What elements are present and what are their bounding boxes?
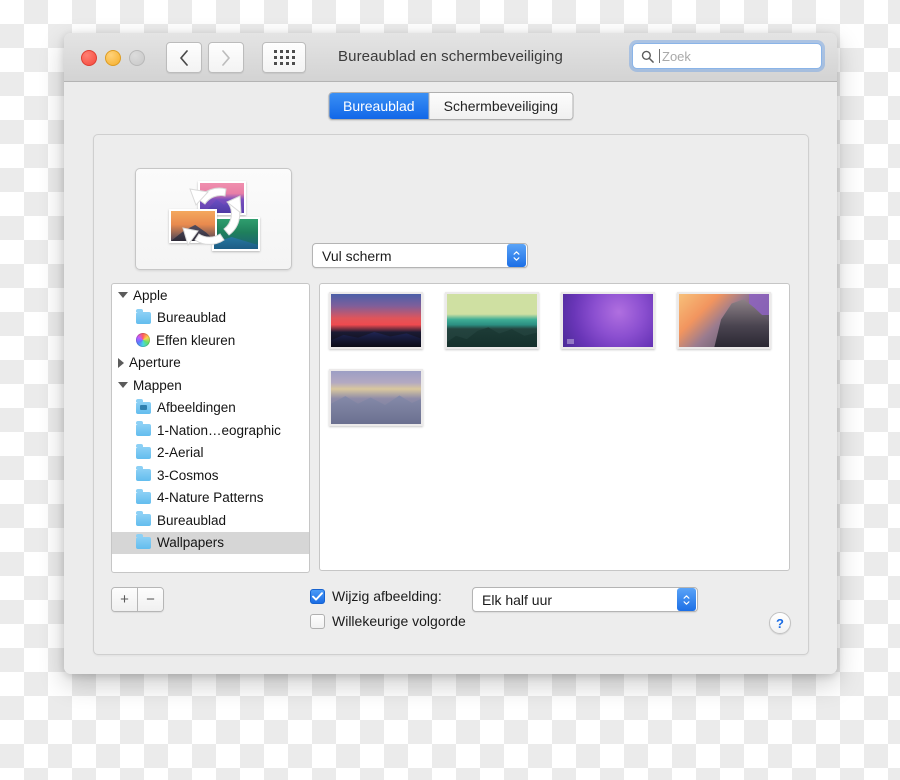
list-item-cosmos[interactable]: 3-Cosmos [112,464,309,487]
scale-popup-stepper[interactable] [507,244,526,267]
chevron-up-icon [513,250,520,255]
interval-popup-stepper[interactable] [677,588,696,611]
window-body: Bureaublad Schermbeveiliging Vul scherm … [64,82,837,674]
list-item-national-geographic[interactable]: 1-Nation…eographic [112,419,309,442]
folder-icon [136,466,151,482]
folder-icon [136,488,151,504]
add-folder-button[interactable]: + [112,588,138,611]
disclosure-triangle-right-icon[interactable] [118,357,124,368]
list-item-wallpapers[interactable]: Wallpapers [112,531,309,554]
random-order-row: Willekeurige volgorde [310,613,466,629]
wallpaper-sunset-ridge[interactable] [329,292,423,349]
add-remove-folder-buttons: + − [111,587,164,612]
wallpaper-thumbnails [329,292,789,426]
chevron-up-icon [683,594,690,599]
list-item-label: 4-Nature Patterns [157,490,264,506]
wallpaper-purple-gradient[interactable] [561,292,655,349]
change-image-row: Wijzig afbeelding: [310,588,442,604]
list-item-label: Wallpapers [157,535,225,551]
list-item-label: Mappen [133,377,182,393]
wallpaper-grid[interactable] [319,283,790,571]
scale-popup-value: Vul scherm [322,247,392,264]
folder-icon [136,443,151,459]
disclosure-triangle-down-icon[interactable] [118,292,128,299]
list-item-label: Bureaublad [157,512,227,528]
tab-bar: Bureaublad Schermbeveiliging [327,92,574,120]
change-image-checkbox[interactable] [310,588,325,604]
search-placeholder: Zoek [662,48,691,64]
list-item-label: Apple [133,287,168,303]
list-item-label: 1-Nation…eographic [157,422,281,438]
search-field[interactable]: Zoek [632,43,822,69]
checkmark-icon [312,591,323,601]
tab-schermbeveiliging[interactable]: Schermbeveiliging [429,93,573,119]
preferences-panel: Vul scherm Apple Bureaublad Effen kleure… [93,134,809,655]
desktop-preview[interactable] [135,168,292,270]
list-item-aperture[interactable]: Aperture [112,352,309,375]
list-item-label: 2-Aerial [157,445,204,461]
search-icon [641,50,654,63]
list-item-bureaublad-folder[interactable]: Bureaublad [112,509,309,532]
wallpaper-snow-peaks-dusk[interactable] [329,369,423,426]
folder-camera-icon [136,398,151,414]
list-item-bureaublad-apple[interactable]: Bureaublad [112,307,309,330]
chevron-down-icon [513,256,520,261]
help-button[interactable]: ? [769,612,791,634]
system-preferences-window: Bureaublad en schermbeveiliging Zoek Bur… [64,33,837,674]
chevron-down-icon [683,600,690,605]
change-image-label: Wijzig afbeelding: [332,588,442,604]
folder-icon [136,308,151,324]
disclosure-triangle-down-icon[interactable] [118,382,128,389]
folder-icon [136,511,151,527]
remove-folder-button[interactable]: − [138,588,163,611]
list-item-effen-kleuren[interactable]: Effen kleuren [112,329,309,352]
interval-popup-button[interactable]: Elk half uur [472,587,698,612]
random-order-label: Willekeurige volgorde [332,613,466,629]
list-item-apple[interactable]: Apple [112,284,309,307]
list-item-label: 3-Cosmos [157,467,219,483]
scale-popup-button[interactable]: Vul scherm [312,243,528,268]
folder-icon [136,533,151,549]
search-caret [659,49,660,63]
list-item-label: Afbeeldingen [157,400,236,416]
list-item-label: Bureaublad [157,310,227,326]
random-order-checkbox[interactable] [310,613,325,629]
list-item-mappen[interactable]: Mappen [112,374,309,397]
wallpaper-yosemite-half-dome[interactable] [677,292,771,349]
list-item-label: Effen kleuren [156,332,236,348]
rotation-arrows-icon [182,187,242,247]
color-wheel-icon [136,333,150,348]
source-list[interactable]: Apple Bureaublad Effen kleuren Aperture … [111,283,310,573]
list-item-aerial[interactable]: 2-Aerial [112,442,309,465]
window-titlebar: Bureaublad en schermbeveiliging Zoek [64,33,837,82]
list-item-label: Aperture [129,355,181,371]
interval-popup-value: Elk half uur [482,591,553,608]
list-item-afbeeldingen[interactable]: Afbeeldingen [112,397,309,420]
folder-icon [136,421,151,437]
wallpaper-green-mountain[interactable] [445,292,539,349]
list-item-nature-patterns[interactable]: 4-Nature Patterns [112,487,309,510]
tab-bureaublad[interactable]: Bureaublad [328,93,430,119]
